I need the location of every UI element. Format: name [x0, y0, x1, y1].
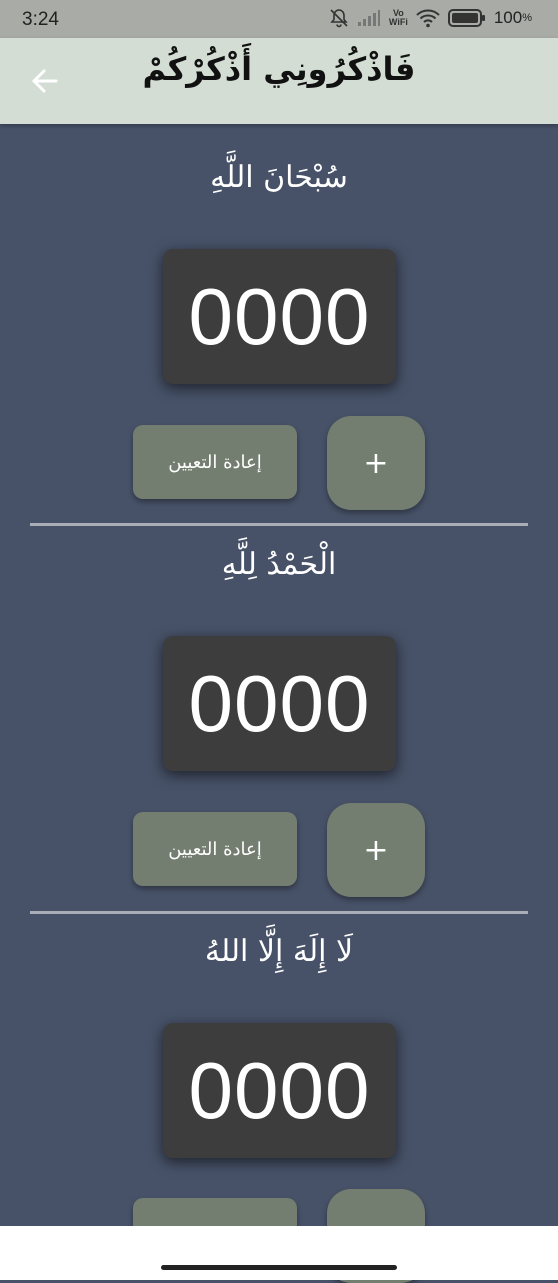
- dhikr-text: لَا إِلَهَ إِلَّا اللهُ: [204, 934, 354, 969]
- dhikr-section-2: الْحَمْدُ لِلَّهِ 0000 إعادة التعيين +: [0, 547, 558, 917]
- counter-display: 0000: [163, 636, 396, 771]
- reset-button[interactable]: إعادة التعيين: [133, 425, 297, 499]
- status-icons: Vo WiFi 100%: [329, 8, 532, 28]
- arrow-left-icon: [32, 69, 58, 93]
- dhikr-text: سُبْحَانَ اللَّهِ: [210, 160, 348, 195]
- increment-button[interactable]: +: [327, 803, 425, 897]
- status-bar: 3:24 Vo WiFi 100 %: [0, 0, 558, 38]
- increment-button[interactable]: +: [327, 416, 425, 510]
- wifi-icon: [416, 8, 440, 28]
- back-button[interactable]: [28, 64, 62, 98]
- battery-icon: [447, 9, 486, 27]
- dhikr-section-3: لَا إِلَهَ إِلَّا اللهُ 0000: [0, 934, 558, 1283]
- app-bar: فَاذْكُرُونِي أَذْكُرْكُمْ: [0, 38, 558, 124]
- signal-icon: [357, 9, 381, 27]
- navigation-bar: [0, 1226, 558, 1280]
- vowifi-icon: Vo WiFi: [388, 8, 408, 27]
- page-title: فَاذْكُرُونِي أَذْكُرْكُمْ: [142, 50, 416, 88]
- dhikr-text: الْحَمْدُ لِلَّهِ: [221, 547, 337, 582]
- divider: [30, 523, 528, 526]
- counter-display: 0000: [163, 249, 396, 384]
- divider: [30, 911, 528, 914]
- dhikr-section-1: سُبْحَانَ اللَّهِ 0000 إعادة التعيين +: [0, 160, 558, 530]
- counter-display: 0000: [163, 1023, 396, 1158]
- home-indicator[interactable]: [161, 1265, 397, 1270]
- reset-button[interactable]: إعادة التعيين: [133, 812, 297, 886]
- status-time: 3:24: [22, 9, 59, 30]
- battery-percentage: 100%: [493, 8, 532, 27]
- mute-icon: [329, 8, 349, 28]
